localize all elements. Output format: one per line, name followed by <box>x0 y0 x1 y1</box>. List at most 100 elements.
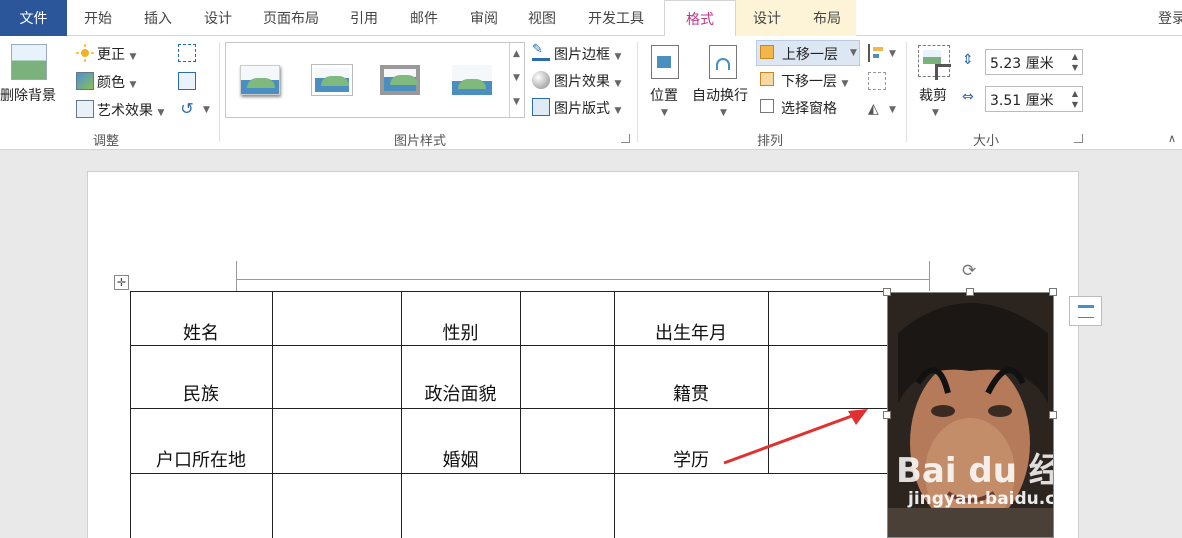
chevron-down-icon: ▼ <box>850 48 857 58</box>
layout-options-button[interactable] <box>1069 296 1102 326</box>
height-icon: ⇕ <box>962 52 974 68</box>
tab-developer[interactable]: 开发工具 <box>576 0 656 36</box>
bring-forward-icon <box>760 45 774 59</box>
document-canvas: ✛ 姓名 性别 出生年月 民族 政治面貌 籍贯 户口所在地 婚姻 学历 Bai … <box>0 151 1182 538</box>
table-cell[interactable]: 出生年月 <box>614 319 768 345</box>
style-thumbnail[interactable] <box>311 64 353 96</box>
height-spinner[interactable]: 5.23 厘米 ▲ ▼ <box>985 49 1083 75</box>
size-group-label: 大小 <box>972 134 999 149</box>
height-value: 5.23 厘米 <box>990 56 1054 72</box>
table-border <box>130 291 888 292</box>
table-border <box>130 473 888 474</box>
dialog-launcher-icon[interactable] <box>621 134 630 143</box>
selection-pane-icon <box>760 99 774 113</box>
chevron-up-icon[interactable]: ▲ <box>513 49 520 59</box>
adjust-group-label: 调整 <box>92 134 119 149</box>
spin-up-icon[interactable]: ▲ <box>1072 52 1078 61</box>
resize-handle[interactable] <box>966 288 974 296</box>
spin-down-icon[interactable]: ▼ <box>1072 63 1078 72</box>
style-thumbnail[interactable] <box>452 65 492 95</box>
spin-up-icon[interactable]: ▲ <box>1072 89 1078 98</box>
tab-references[interactable]: 引用 <box>336 0 392 36</box>
crop-icon <box>918 45 951 80</box>
rotate-handle-icon[interactable]: ⟳ <box>962 261 976 281</box>
tab-design[interactable]: 设计 <box>190 0 246 36</box>
table-cell[interactable]: 婚姻 <box>401 446 520 472</box>
frame-guide <box>929 261 930 291</box>
tab-page-layout[interactable]: 页面布局 <box>252 0 330 36</box>
resize-handle[interactable] <box>1049 411 1057 419</box>
picture-effects-button[interactable]: 图片效果 ▼ <box>554 71 621 91</box>
group-separator <box>219 42 220 142</box>
position-button[interactable]: 位置 <box>650 85 678 105</box>
sun-icon <box>76 44 94 62</box>
chevron-down-icon: ▼ <box>614 52 622 62</box>
align-icon[interactable] <box>868 44 886 62</box>
tab-insert[interactable]: 插入 <box>130 0 186 36</box>
collapse-ribbon-icon[interactable]: ∧ <box>1168 132 1176 145</box>
wrap-text-button[interactable]: 自动换行 <box>692 85 748 105</box>
table-cell[interactable]: 政治面貌 <box>401 380 520 406</box>
layout-options-icon <box>1078 305 1094 318</box>
width-spinner[interactable]: 3.51 厘米 ▲ ▼ <box>985 86 1083 112</box>
table-cell[interactable]: 户口所在地 <box>130 446 272 472</box>
table-move-handle-icon[interactable]: ✛ <box>114 275 129 290</box>
tab-picture-format[interactable]: 格式 <box>664 0 736 37</box>
selected-photo[interactable]: Bai du 经验 jingyan.baidu.com <box>887 292 1054 538</box>
chevron-down-icon: ▼ <box>614 106 622 116</box>
annotation-arrow <box>723 409 868 465</box>
spin-down-icon[interactable]: ▼ <box>1072 100 1078 109</box>
gallery-more-icon[interactable]: ▼ <box>513 97 520 107</box>
group-icon[interactable] <box>868 72 886 90</box>
chevron-down-icon: ▼ <box>129 52 137 62</box>
width-icon: ⇔ <box>962 89 974 105</box>
resize-handle[interactable] <box>883 288 891 296</box>
chevron-down-icon: ▼ <box>157 108 165 118</box>
remove-background-button[interactable]: 删除背景 <box>0 85 56 105</box>
resize-handle[interactable] <box>883 411 891 419</box>
compress-pictures-icon[interactable] <box>178 44 196 62</box>
style-thumbnail[interactable] <box>240 65 280 95</box>
ribbon-panel: 删除背景 更正 ▼ 颜色 ▼ 艺术效果 ▼ ↺ ▼ 调整 ▲ ▼ ▼ ✎ 图片边… <box>0 36 1182 150</box>
picture-border-button[interactable]: 图片边框 ▼ <box>554 44 621 64</box>
table-cell[interactable]: 姓名 <box>130 319 272 345</box>
style-thumbnail[interactable] <box>380 65 420 95</box>
ribbon-tab-bar: 文件 开始 插入 设计 页面布局 引用 邮件 审阅 视图 开发工具 设计 布局 … <box>0 0 1182 37</box>
tab-table-design[interactable]: 设计 <box>736 0 798 36</box>
tab-file[interactable]: 文件 <box>0 0 67 36</box>
picture-effects-label: 图片效果 <box>554 74 610 90</box>
bring-forward-button[interactable]: 上移一层 ▼ <box>756 40 860 66</box>
gallery-scroll: ▲ ▼ ▼ <box>509 43 525 117</box>
tab-mailings[interactable]: 邮件 <box>396 0 452 36</box>
tab-review[interactable]: 审阅 <box>456 0 512 36</box>
tab-table-layout[interactable]: 布局 <box>798 0 856 36</box>
chevron-down-icon[interactable]: ▼ <box>513 73 520 83</box>
chevron-down-icon: ▼ <box>129 80 137 90</box>
crop-button[interactable]: 裁剪 <box>919 85 947 105</box>
corrections-button[interactable]: 更正 ▼ <box>97 44 136 64</box>
picture-styles-gallery: ▲ ▼ ▼ <box>225 42 525 118</box>
table-cell[interactable]: 性别 <box>401 319 520 345</box>
arrange-group-label: 排列 <box>756 134 783 149</box>
reset-picture-icon[interactable]: ↺ <box>178 100 196 118</box>
artistic-effects-button[interactable]: 艺术效果 ▼ <box>97 100 164 120</box>
tab-view[interactable]: 视图 <box>514 0 570 36</box>
artistic-label: 艺术效果 <box>97 103 153 119</box>
dialog-launcher-icon[interactable] <box>1074 134 1083 143</box>
resize-handle[interactable] <box>1049 288 1057 296</box>
wrap-text-icon <box>709 45 737 79</box>
table-cell[interactable]: 民族 <box>130 380 272 406</box>
change-picture-icon[interactable] <box>178 72 196 90</box>
rotate-icon[interactable]: ◭ <box>868 100 886 118</box>
send-backward-button[interactable]: 下移一层 ▼ <box>781 71 848 91</box>
table-border <box>272 291 273 538</box>
position-icon <box>651 45 679 79</box>
frame-guide <box>236 261 237 291</box>
login-link[interactable]: 登录 <box>1158 0 1182 36</box>
picture-layout-button[interactable]: 图片版式 ▼ <box>554 98 621 118</box>
watermark-url: jingyan.baidu.com <box>908 489 1053 509</box>
width-value: 3.51 厘米 <box>990 93 1054 109</box>
tab-home[interactable]: 开始 <box>70 0 126 36</box>
selection-pane-button[interactable]: 选择窗格 <box>781 98 837 118</box>
color-button[interactable]: 颜色 ▼ <box>97 72 136 92</box>
